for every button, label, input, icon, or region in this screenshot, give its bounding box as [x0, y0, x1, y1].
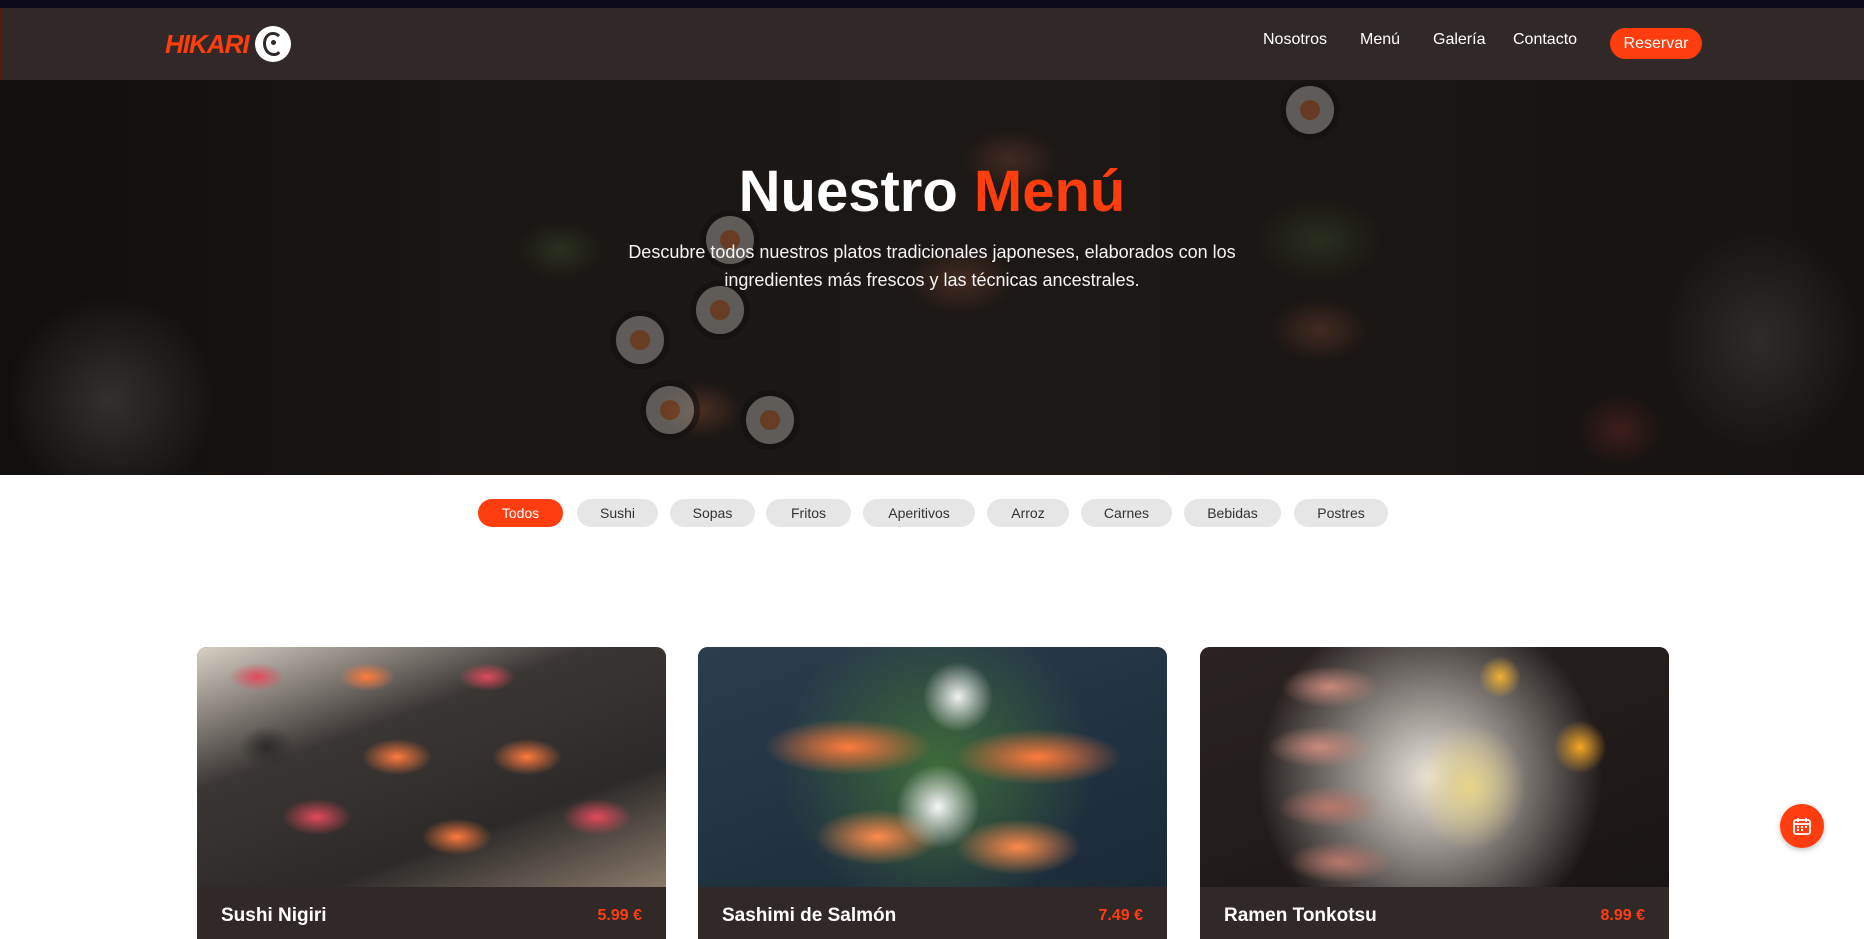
- page-title: Nuestro Menú: [0, 158, 1864, 225]
- dish-image: [1200, 647, 1669, 887]
- menu-card[interactable]: Sushi Nigiri 5.99 €: [197, 647, 666, 939]
- dish-image: [197, 647, 666, 887]
- nav-link-nosotros[interactable]: Nosotros: [1263, 31, 1327, 49]
- dish-name: Sushi Nigiri: [221, 905, 327, 926]
- filter-chip-arroz[interactable]: Arroz: [987, 499, 1069, 527]
- filter-chip-sushi[interactable]: Sushi: [577, 499, 658, 527]
- filter-chip-todos[interactable]: Todos: [478, 499, 563, 527]
- navbar: HIKARI Nosotros Menú Galería Contacto Re…: [0, 8, 1864, 80]
- filter-chip-sopas[interactable]: Sopas: [670, 499, 755, 527]
- filter-chip-fritos[interactable]: Fritos: [766, 499, 851, 527]
- reserve-fab-button[interactable]: [1780, 804, 1824, 848]
- hero-subtitle: Descubre todos nuestros platos tradicion…: [628, 242, 1236, 290]
- filter-chip-bebidas[interactable]: Bebidas: [1184, 499, 1281, 527]
- nav-link-contacto[interactable]: Contacto: [1513, 31, 1577, 49]
- nav-link-menu[interactable]: Menú: [1360, 31, 1400, 49]
- dish-price: 7.49 €: [1098, 907, 1143, 924]
- page-title-main: Nuestro: [738, 159, 958, 224]
- dish-price: 8.99 €: [1600, 907, 1645, 924]
- filter-chip-postres[interactable]: Postres: [1294, 499, 1388, 527]
- brand-logo-text: HIKARI: [165, 28, 250, 59]
- card-footer: Sashimi de Salmón 7.49 €: [698, 887, 1167, 939]
- dragon-emblem-icon: [254, 26, 291, 62]
- card-footer: Sushi Nigiri 5.99 €: [197, 887, 666, 939]
- filter-chip-aperitivos[interactable]: Aperitivos: [863, 499, 975, 527]
- dish-name: Ramen Tonkotsu: [1224, 905, 1377, 926]
- card-footer: Ramen Tonkotsu 8.99 €: [1200, 887, 1669, 939]
- page-title-accent: Menú: [973, 159, 1126, 224]
- category-filters: Todos Sushi Sopas Fritos Aperitivos Arro…: [0, 499, 1864, 527]
- filter-chip-carnes[interactable]: Carnes: [1081, 499, 1172, 527]
- dish-price: 5.99 €: [597, 907, 642, 924]
- top-strip: [0, 0, 1864, 8]
- hero-banner: Nuestro Menú Descubre todos nuestros pla…: [0, 80, 1864, 475]
- nav-link-galeria[interactable]: Galería: [1433, 31, 1485, 49]
- menu-card[interactable]: Ramen Tonkotsu 8.99 €: [1200, 647, 1669, 939]
- menu-card[interactable]: Sashimi de Salmón 7.49 €: [698, 647, 1167, 939]
- calendar-icon: [1793, 818, 1811, 835]
- dish-image: [698, 647, 1167, 887]
- dish-name: Sashimi de Salmón: [722, 905, 897, 926]
- reservar-button[interactable]: Reservar: [1610, 28, 1702, 59]
- brand-logo[interactable]: HIKARI: [165, 26, 291, 62]
